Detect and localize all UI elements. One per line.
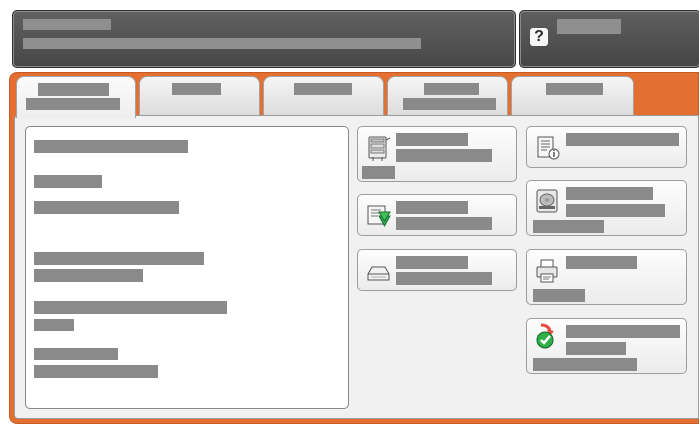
update-check-icon [536,323,554,349]
action-button-document-info[interactable]: document-info-icon [526,126,687,168]
document-info-icon [537,136,560,160]
status-info-panel [25,126,349,409]
redacted-document-info-line-1 [566,133,679,146]
redacted-info-line-2 [34,175,102,188]
redacted-printer-line-2 [533,289,585,302]
redacted-tab-4-line-1 [424,83,479,95]
redacted-hard-drive-line-3 [533,220,604,233]
redacted-help-label [557,19,621,34]
tab-4[interactable] [387,76,508,116]
action-button-hard-drive[interactable]: hard-drive-icon [526,180,687,236]
redacted-hard-drive-line-1 [566,187,653,200]
redacted-info-line-5 [34,269,143,282]
redacted-copier-line-2 [396,149,492,162]
redacted-info-line-6 [34,301,227,314]
printer-icon [536,259,558,283]
header-bar [12,10,516,68]
scan-download-icon [367,205,391,228]
tab-3[interactable] [263,76,384,116]
redacted-tab-5-label [546,83,603,95]
redacted-hard-drive-line-2 [566,204,665,217]
redacted-update-check-line-2 [566,342,626,355]
action-button-printer[interactable]: printer-icon [526,249,687,305]
hard-drive-icon [536,189,558,213]
action-button-scanner[interactable]: scanner-icon [357,249,517,291]
action-button-update-check[interactable]: update-check-icon [526,318,687,374]
redacted-tab-1-line-2 [26,98,120,110]
redacted-tab-2-label [172,83,221,95]
redacted-copier-line-1 [396,133,468,146]
redacted-scan-download-line-1 [396,201,468,214]
redacted-info-line-3 [34,201,179,214]
tab-5[interactable] [511,76,634,116]
action-button-scan-download[interactable]: scan-download-icon [357,194,517,236]
redacted-copier-line-3 [362,166,395,179]
redacted-tab-1-line-1 [38,83,109,96]
redacted-info-line-7 [34,319,74,331]
action-button-copier[interactable]: copier-icon [357,126,517,182]
redacted-info-line-9 [34,365,158,378]
redacted-scanner-line-2 [396,272,492,285]
help-icon[interactable]: ? [530,28,548,46]
redacted-tab-4-line-2 [403,98,496,110]
tab-2[interactable] [139,76,260,116]
redacted-info-line-1 [34,140,188,153]
redacted-printer-line-1 [566,256,637,269]
device-status-screen: ? [0,0,699,427]
redacted-tab-3-label [294,83,352,95]
redacted-scan-download-line-2 [396,217,492,230]
redacted-header-subtitle [23,38,421,49]
tab-1[interactable] [16,76,136,118]
redacted-scanner-line-1 [396,256,468,269]
redacted-update-check-line-3 [533,358,637,371]
redacted-header-title [23,19,111,30]
redacted-update-check-line-1 [566,325,680,338]
redacted-info-line-8 [34,348,118,360]
scanner-icon [367,266,390,281]
redacted-info-line-4 [34,252,204,265]
copier-icon [368,136,391,161]
